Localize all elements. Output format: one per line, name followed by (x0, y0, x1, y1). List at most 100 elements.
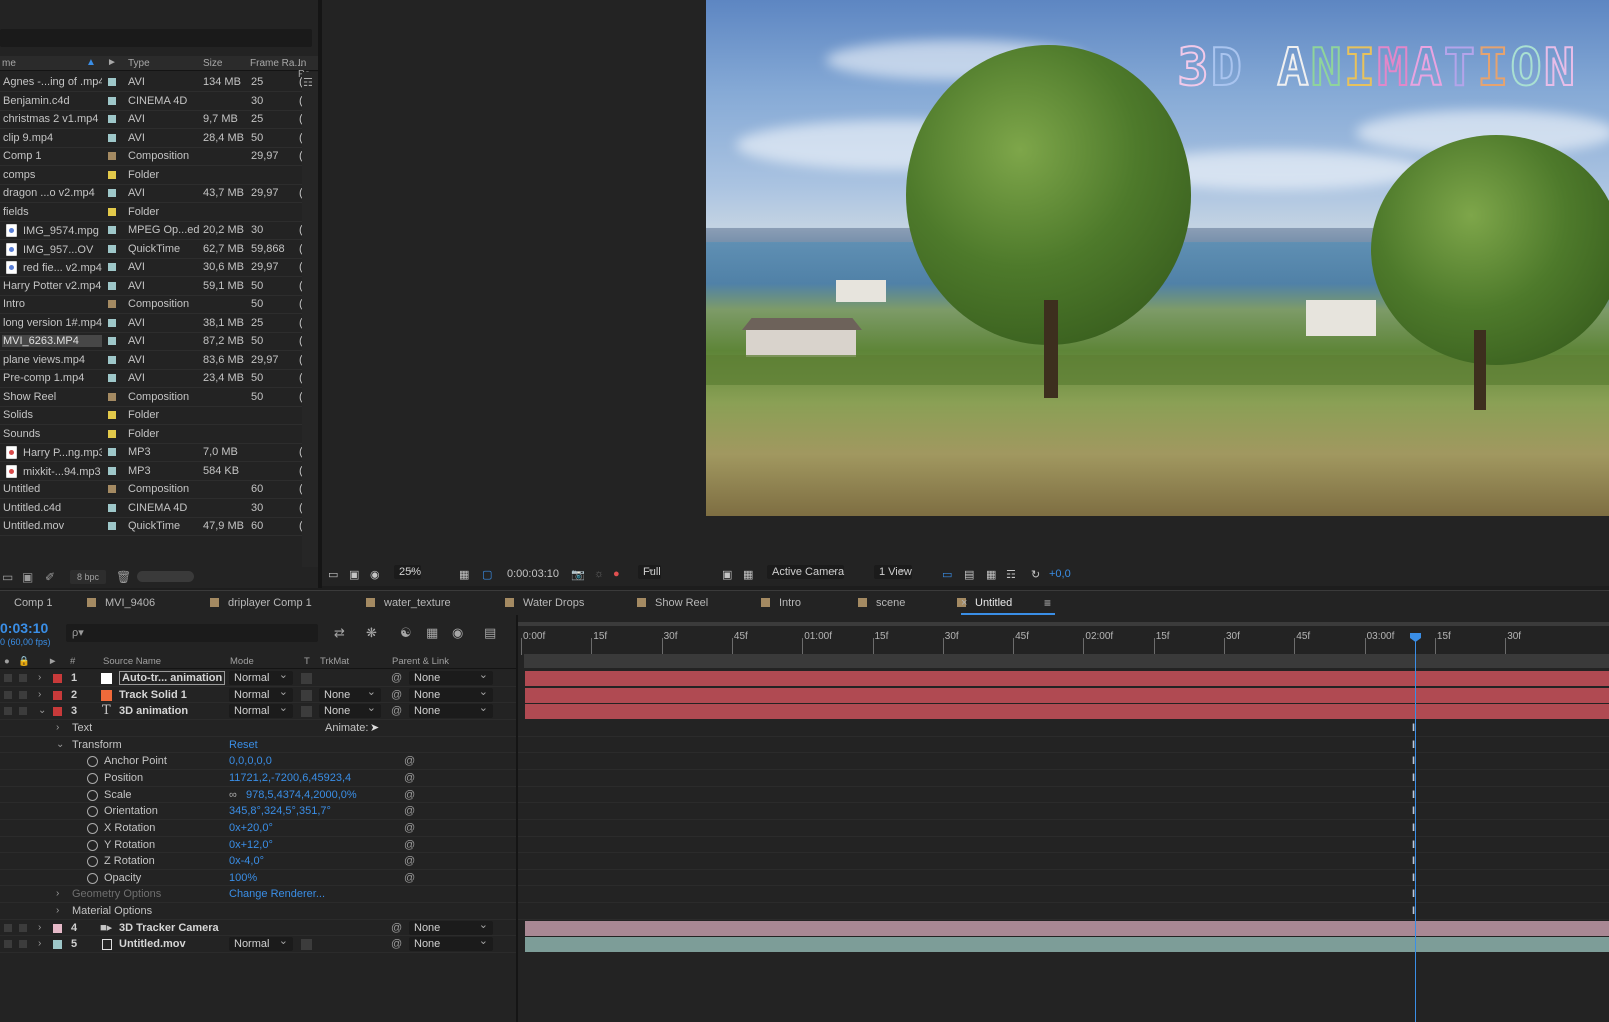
blend-mode-dropdown[interactable]: Normal (229, 701, 293, 719)
project-item[interactable]: clip 9.mp4 AVI 28,4 MB 50( (0, 129, 303, 148)
project-item[interactable]: plane views.mp4 AVI 83,6 MB 29,97( (0, 351, 303, 370)
pickwhip-icon[interactable]: @ (391, 938, 402, 950)
draft-3d-icon[interactable]: ▭ (942, 568, 952, 581)
label-color-swatch[interactable] (108, 96, 116, 105)
transform-property[interactable]: Scale ∞ 978,5,4374,4,2000,0% @ (0, 787, 516, 804)
exposure-value[interactable]: +0,0 (1049, 568, 1071, 580)
tab-water-drops[interactable]: Water Drops (505, 597, 584, 609)
project-item[interactable]: Agnes -...ing of .mp4 AVI 134 MB 25( (0, 73, 303, 92)
tab-show-reel[interactable]: Show Reel (637, 597, 708, 609)
video-switch-icon[interactable]: ● (4, 656, 10, 667)
project-item[interactable]: Untitled Composition 60( (0, 480, 303, 499)
layer-label-color[interactable] (53, 940, 62, 950)
label-color-swatch[interactable] (108, 411, 116, 419)
chevron-right-icon[interactable]: › (56, 888, 59, 899)
property-value[interactable]: 11721,2,-7200,6,45923,4 (229, 772, 351, 784)
blend-mode-dropdown[interactable]: Normal (229, 685, 293, 702)
label-color-swatch[interactable] (108, 355, 116, 364)
chevron-right-icon[interactable]: › (56, 722, 59, 733)
layer-row[interactable]: ⌄ 3 T 3D animation Normal None @ None (0, 701, 516, 720)
region-icon[interactable]: ▦ (459, 568, 469, 581)
label-column-icon[interactable]: ► (48, 656, 57, 667)
stopwatch-icon[interactable] (87, 822, 98, 834)
motion-blur-icon[interactable]: ◉ (452, 625, 463, 641)
transform-property[interactable]: X Rotation 0x+20,0° @ (0, 820, 516, 837)
flowchart-icon[interactable]: ☶ (303, 76, 313, 89)
material-options-group[interactable]: › Material Options (0, 903, 516, 920)
zoom-dropdown[interactable]: 25% (394, 562, 422, 579)
animate-label[interactable]: Animate: (325, 722, 368, 734)
camera-dropdown[interactable]: Active Camera (767, 562, 845, 579)
new-composition-icon[interactable]: ▣ (22, 570, 33, 584)
transparency-grid-icon[interactable]: ▢ (482, 568, 492, 581)
blend-mode-dropdown[interactable]: Normal (229, 934, 293, 952)
property-value[interactable]: 978,5,4374,4,2000,0% (246, 789, 357, 801)
text-property-group[interactable]: › Text Animate: ➤ (0, 720, 516, 737)
label-color-swatch[interactable] (108, 189, 116, 197)
video-switch[interactable] (4, 690, 12, 699)
tab-mvi-9406[interactable]: MVI_9406 (87, 597, 155, 609)
expression-pickwhip-icon[interactable]: @ (404, 855, 415, 867)
lock-switch[interactable] (19, 674, 27, 682)
label-color-swatch[interactable] (108, 392, 116, 401)
stopwatch-icon[interactable] (87, 806, 98, 818)
column-name[interactable]: me (2, 58, 16, 69)
current-time[interactable]: 0:03:10 (0, 620, 48, 636)
parent-dropdown[interactable]: None (409, 934, 493, 952)
label-color-swatch[interactable] (108, 207, 116, 216)
stopwatch-icon[interactable] (87, 756, 98, 768)
project-item[interactable]: Intro Composition 50( (0, 295, 303, 314)
column-parent[interactable]: Parent & Link (392, 656, 449, 667)
preserve-transparency-toggle[interactable] (301, 689, 312, 701)
layer-label-color[interactable] (53, 690, 62, 700)
always-preview-icon[interactable]: ▭ (328, 568, 338, 581)
parent-dropdown[interactable]: None (409, 668, 493, 685)
reset-link[interactable]: Reset (229, 739, 258, 751)
project-item[interactable]: mixkit-...94.mp3 MP3 584 KB( (0, 462, 303, 481)
label-color-swatch[interactable] (108, 300, 116, 308)
expression-pickwhip-icon[interactable]: @ (404, 789, 415, 801)
parent-dropdown[interactable]: None (409, 701, 493, 719)
video-switch[interactable] (4, 674, 12, 682)
project-item[interactable]: Harry Potter v2.mp4 AVI 59,1 MB 50( (0, 277, 303, 296)
constrain-proportions-icon[interactable]: ∞ (229, 789, 237, 801)
viewer-timecode[interactable]: 0:00:03:10 (507, 568, 559, 580)
project-item[interactable]: Benjamin.c4d CINEMA 4D 30( (0, 92, 303, 111)
tab-water-texture[interactable]: water_texture (366, 597, 451, 609)
bit-depth-button[interactable]: 8 bpc (70, 570, 106, 584)
view-layout-dropdown[interactable]: 1 View (874, 562, 912, 579)
timeline-graph[interactable]: 0:00f 15f 30f 45f 01:00f 15f 30f 45f 02:00f 15f 30… (516, 615, 1609, 1022)
expression-pickwhip-icon[interactable]: @ (404, 772, 415, 784)
project-item[interactable]: IMG_957...OV QuickTime 62,7 MB 59,868( (0, 240, 303, 259)
label-color-swatch[interactable] (108, 374, 116, 382)
playhead-line[interactable] (1415, 637, 1416, 1022)
tab-intro[interactable]: Intro (761, 597, 801, 609)
chevron-down-icon[interactable]: ⌄ (38, 705, 46, 716)
trash-icon[interactable]: 🗑 (116, 570, 131, 584)
column-type[interactable]: Type (128, 58, 150, 69)
stopwatch-icon[interactable] (87, 789, 98, 801)
timeline-icon[interactable]: ▦ (986, 568, 996, 581)
panel-menu-icon[interactable]: ≡ (1044, 596, 1051, 610)
toggle-transparency-icon[interactable]: ▦ (743, 568, 753, 581)
show-snapshot-icon[interactable]: ☼ (594, 568, 604, 580)
layer-label-color[interactable] (53, 674, 62, 683)
reset-exposure-icon[interactable]: ↻ (1031, 568, 1040, 581)
layer-row[interactable]: › 4 ■▸ 3D Tracker Camera @ None (0, 918, 516, 937)
geometry-options-group[interactable]: › Geometry Options Change Renderer... (0, 886, 516, 904)
project-item[interactable]: Untitled.mov QuickTime 47,9 MB 60( (0, 517, 303, 536)
extended-viewer-icon[interactable]: ▤ (964, 568, 974, 581)
column-frame-rate[interactable]: Frame Ra... (250, 58, 303, 69)
property-value[interactable]: 0x+12,0° (229, 839, 273, 851)
tab-scene[interactable]: scene (858, 597, 905, 609)
chevron-down-icon[interactable]: ⌄ (56, 739, 64, 750)
chevron-right-icon[interactable]: › (56, 905, 59, 916)
color-channels-icon[interactable]: ● (613, 568, 620, 580)
pickwhip-icon[interactable]: @ (391, 705, 402, 717)
layer-duration-bar[interactable] (525, 704, 1609, 720)
column-trkmat[interactable]: TrkMat (320, 656, 349, 667)
project-item[interactable]: IMG_9574.mpg MPEG Op...ed 20,2 MB 30( (0, 221, 303, 240)
transform-property[interactable]: Opacity 100% @ (0, 870, 516, 887)
shy-layers-icon[interactable]: ☯ (400, 625, 412, 641)
project-item[interactable]: christmas 2 v1.mp4 AVI 9,7 MB 25( (0, 110, 303, 129)
